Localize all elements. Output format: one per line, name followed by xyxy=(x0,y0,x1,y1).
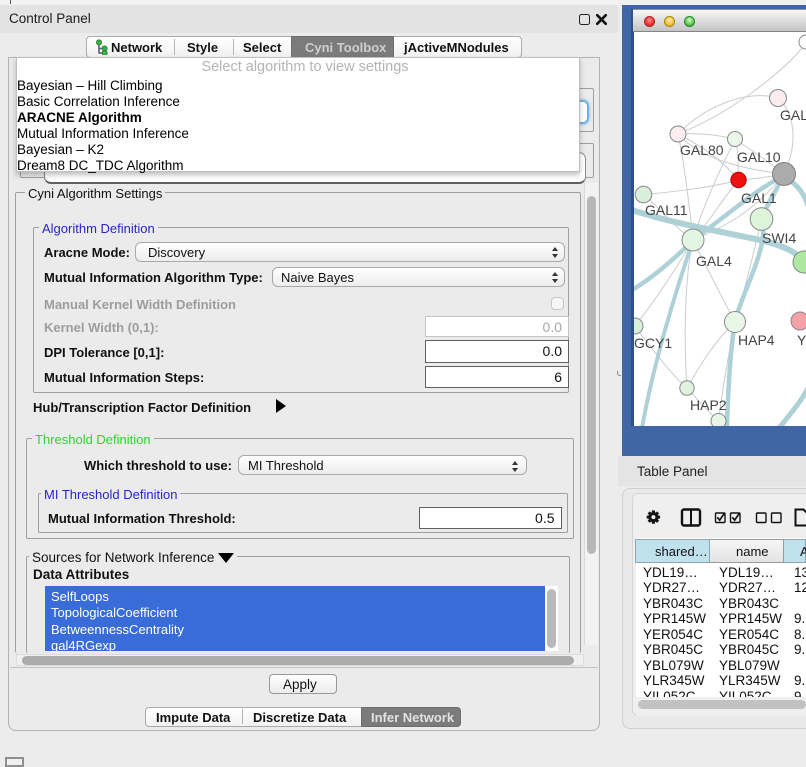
svg-text:HAP4: HAP4 xyxy=(738,332,775,348)
svg-text:HAP2: HAP2 xyxy=(690,397,727,413)
svg-text:GAL1: GAL1 xyxy=(741,190,777,206)
svg-text:GAL10: GAL10 xyxy=(737,149,781,165)
svg-text:SWI4: SWI4 xyxy=(762,230,796,246)
svg-text:Y: Y xyxy=(797,332,806,348)
svg-text:GAL4: GAL4 xyxy=(696,253,732,269)
svg-text:GCY1: GCY1 xyxy=(634,335,672,351)
svg-text:GAL: GAL xyxy=(780,107,806,123)
svg-text:GAL11: GAL11 xyxy=(645,202,688,218)
svg-text:GAL80: GAL80 xyxy=(680,142,724,158)
